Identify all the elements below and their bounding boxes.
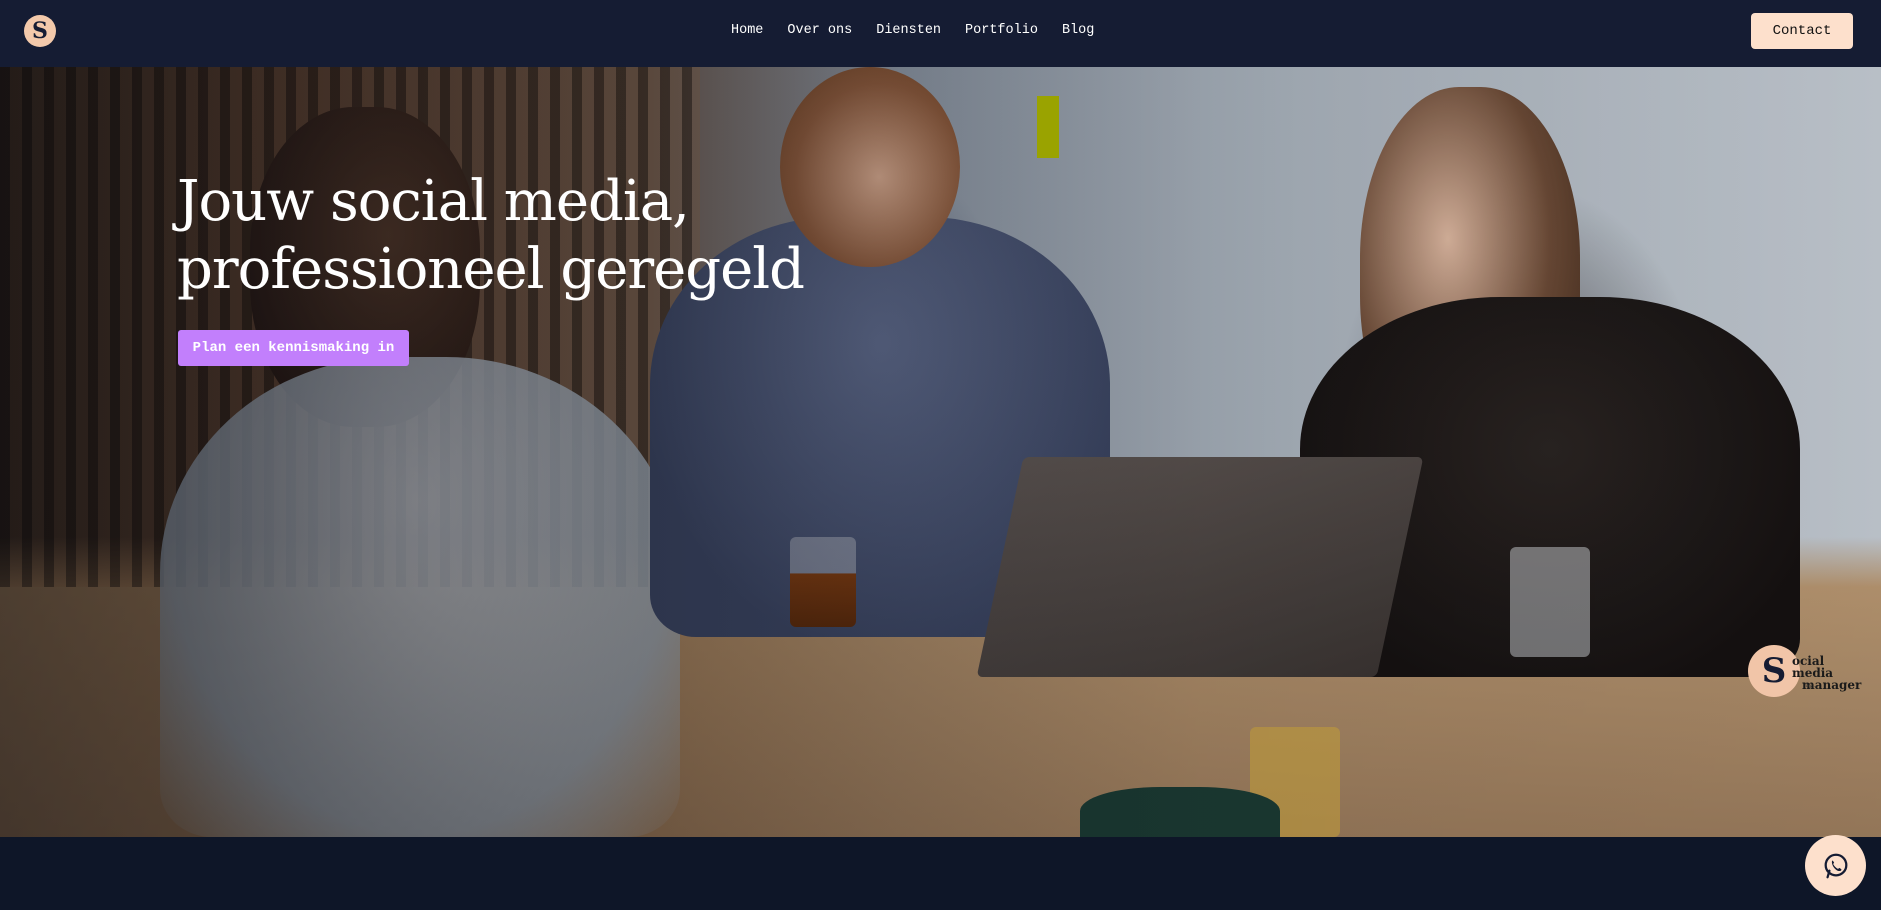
badge-letter: S <box>1761 651 1787 691</box>
accent-bar <box>1037 96 1059 158</box>
nav-blog[interactable]: Blog <box>1062 22 1094 40</box>
whatsapp-button[interactable] <box>1805 835 1866 896</box>
hero-section: Jouw social media, professioneel geregel… <box>0 67 1881 837</box>
badge-name-line1: ocial media <box>1792 654 1834 680</box>
hero-title-line1: Jouw social media, <box>177 169 690 234</box>
hero-title-line2: professioneel geregeld <box>177 237 805 302</box>
badge-name: ocial media manager <box>1792 655 1868 691</box>
badge-tagline: by ... <box>1806 683 1819 689</box>
nav-diensten[interactable]: Diensten <box>876 22 941 40</box>
whatsapp-icon <box>1824 853 1847 878</box>
next-section <box>0 837 1881 910</box>
contact-button[interactable]: Contact <box>1751 13 1853 49</box>
badge-name-line2: manager <box>1802 678 1862 692</box>
nav-portfolio[interactable]: Portfolio <box>965 22 1038 40</box>
brand-badge: S ocial media manager by ... <box>1748 641 1861 701</box>
logo-letter: S <box>32 18 48 44</box>
logo-icon[interactable]: S <box>24 15 56 47</box>
nav-over-ons[interactable]: Over ons <box>787 22 852 40</box>
hero-title: Jouw social media, professioneel geregel… <box>177 168 877 304</box>
schedule-meeting-button[interactable]: Plan een kennismaking in <box>178 330 409 366</box>
nav-home[interactable]: Home <box>731 22 763 40</box>
main-nav: Home Over ons Diensten Portfolio Blog <box>731 22 1094 40</box>
site-header: S Home Over ons Diensten Portfolio Blog … <box>0 0 1881 67</box>
